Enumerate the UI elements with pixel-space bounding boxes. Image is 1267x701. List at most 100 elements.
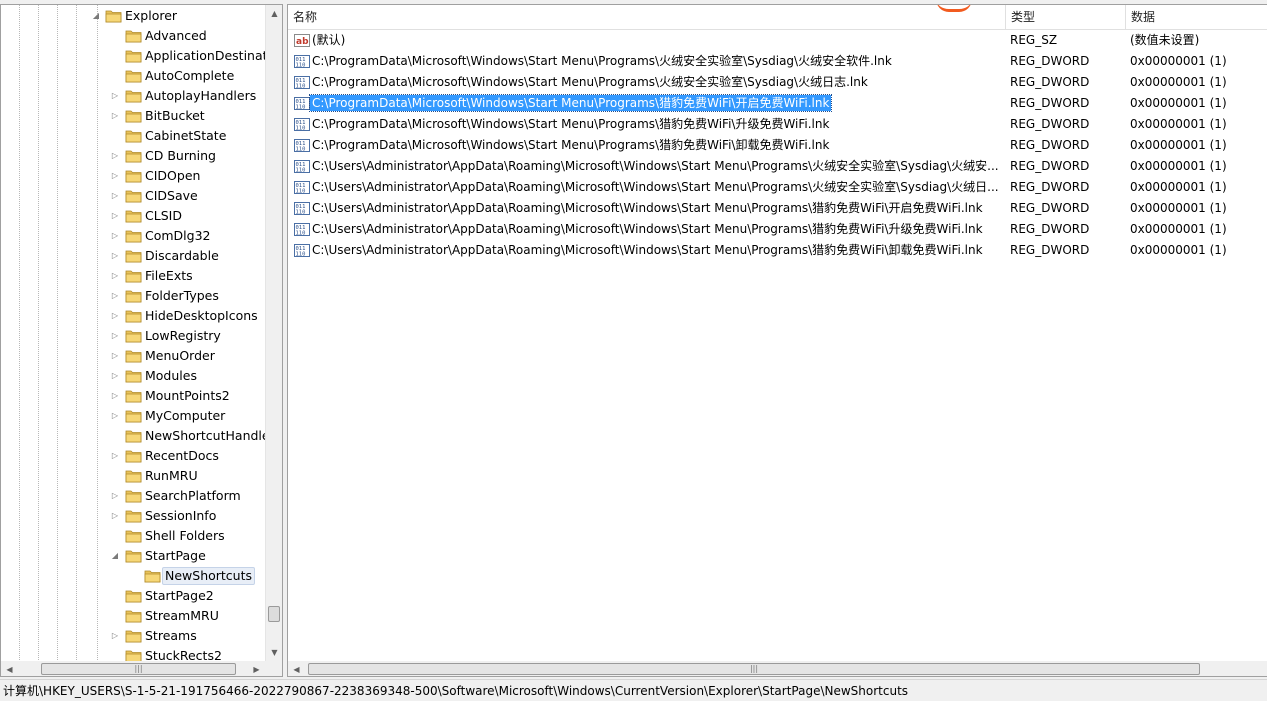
table-row[interactable]: 011 110 C:\ProgramData\Microsoft\Windows\S… xyxy=(288,135,1267,156)
tree-item[interactable]: StreamMRU xyxy=(1,606,265,626)
table-row[interactable]: 011 110 C:\ProgramData\Microsoft\Windows\S… xyxy=(288,72,1267,93)
expand-triangle-icon[interactable]: ▷ xyxy=(110,371,120,381)
column-header-data[interactable]: 数据 xyxy=(1126,5,1267,29)
tree-item[interactable]: NewShortcutHandler xyxy=(1,426,265,446)
tree-item-label: ComDlg32 xyxy=(145,228,211,243)
tree-vertical-scroll-thumb[interactable] xyxy=(268,606,280,622)
column-header-name[interactable]: 名称 xyxy=(288,5,1006,29)
expand-triangle-icon[interactable]: ▷ xyxy=(110,151,120,161)
tree-item[interactable]: ▷ LowRegistry xyxy=(1,326,265,346)
tree-item[interactable]: Shell Folders xyxy=(1,526,265,546)
expand-triangle-icon[interactable]: ▷ xyxy=(110,391,120,401)
tree-item[interactable]: ▷ CIDSave xyxy=(1,186,265,206)
tree-item[interactable]: ▷ FileExts xyxy=(1,266,265,286)
tree-item[interactable]: CabinetState xyxy=(1,126,265,146)
tree-item[interactable]: ▷ Discardable xyxy=(1,246,265,266)
tree-item[interactable]: ▷ BitBucket xyxy=(1,106,265,126)
tree-item[interactable]: ▷ FolderTypes xyxy=(1,286,265,306)
expand-triangle-icon[interactable]: ▷ xyxy=(110,211,120,221)
tree-item[interactable]: ▷ MountPoints2 xyxy=(1,386,265,406)
tree-item-label: Streams xyxy=(145,628,197,643)
key-tree[interactable]: ◢ Explorer Advanced ApplicationDestinatic Au… xyxy=(1,6,265,661)
binary-value-icon: 011 110 xyxy=(294,201,310,216)
scroll-right-arrow-icon[interactable]: ▶ xyxy=(248,661,265,676)
tree-item[interactable]: ApplicationDestinatic xyxy=(1,46,265,66)
folder-icon xyxy=(125,509,142,523)
expand-triangle-icon[interactable]: ▷ xyxy=(110,511,120,521)
expand-triangle-icon[interactable]: ▷ xyxy=(110,491,120,501)
scroll-up-arrow-icon[interactable]: ▲ xyxy=(266,5,282,22)
tree-item-label: CabinetState xyxy=(145,128,227,143)
tree-item[interactable]: Advanced xyxy=(1,26,265,46)
tree-horizontal-scrollbar[interactable]: ◀ ||| ▶ xyxy=(1,661,265,676)
table-row[interactable]: 011 110 C:\ProgramData\Microsoft\Windows\S… xyxy=(288,93,1267,114)
tree-item[interactable]: ▷ CIDOpen xyxy=(1,166,265,186)
table-row[interactable]: 011 110 C:\Users\Administrator\AppData\Roa… xyxy=(288,198,1267,219)
tree-item[interactable]: ▷ CLSID xyxy=(1,206,265,226)
tree-item[interactable]: ◢ Explorer xyxy=(1,6,265,26)
scroll-left-arrow-icon[interactable]: ◀ xyxy=(288,661,305,676)
expand-triangle-icon[interactable]: ▷ xyxy=(110,251,120,261)
value-type-cell: REG_DWORD xyxy=(1010,96,1090,110)
expand-triangle-icon[interactable]: ▷ xyxy=(110,271,120,281)
tree-item-label: Discardable xyxy=(145,248,219,263)
tree-vertical-scrollbar[interactable]: ▲ ▼ xyxy=(265,5,282,661)
tree-item[interactable]: ▷ SearchPlatform xyxy=(1,486,265,506)
expand-triangle-icon[interactable]: ▷ xyxy=(110,171,120,181)
table-row[interactable]: 011 110 C:\ProgramData\Microsoft\Windows\S… xyxy=(288,51,1267,72)
tree-item-label: NewShortcuts xyxy=(162,567,256,585)
key-tree-pane[interactable]: ◢ Explorer Advanced ApplicationDestinatic Au… xyxy=(0,4,283,677)
expand-triangle-icon[interactable]: ▷ xyxy=(110,191,120,201)
tree-item[interactable]: ▷ MyComputer xyxy=(1,406,265,426)
tree-item[interactable]: StartPage2 xyxy=(1,586,265,606)
tree-horizontal-scroll-thumb[interactable]: ||| xyxy=(41,663,236,675)
table-row[interactable]: 011 110 C:\Users\Administrator\AppData\Roa… xyxy=(288,156,1267,177)
tree-item-label: RunMRU xyxy=(145,468,198,483)
tree-item[interactable]: NewShortcuts xyxy=(1,566,265,586)
tree-item[interactable]: ▷ RecentDocs xyxy=(1,446,265,466)
expand-triangle-icon[interactable]: ▷ xyxy=(110,231,120,241)
expand-triangle-icon[interactable]: ▷ xyxy=(110,111,120,121)
value-type-cell: REG_SZ xyxy=(1010,33,1058,47)
tree-item[interactable]: StuckRects2 xyxy=(1,646,265,661)
table-row[interactable]: 011 110 C:\Users\Administrator\AppData\Roa… xyxy=(288,240,1267,261)
expand-triangle-icon[interactable]: ▷ xyxy=(110,91,120,101)
collapse-triangle-icon[interactable]: ◢ xyxy=(110,551,120,561)
expand-triangle-icon[interactable]: ▷ xyxy=(110,311,120,321)
tree-item[interactable]: ▷ SessionInfo xyxy=(1,506,265,526)
tree-item[interactable]: ▷ ComDlg32 xyxy=(1,226,265,246)
scroll-left-arrow-icon[interactable]: ◀ xyxy=(1,661,18,676)
table-row[interactable]: 011 110 C:\ProgramData\Microsoft\Windows\S… xyxy=(288,114,1267,135)
scroll-down-arrow-icon[interactable]: ▼ xyxy=(266,644,282,661)
tree-item[interactable]: ▷ AutoplayHandlers xyxy=(1,86,265,106)
folder-icon xyxy=(125,589,142,603)
tree-item[interactable]: ▷ CD Burning xyxy=(1,146,265,166)
tree-item[interactable]: RunMRU xyxy=(1,466,265,486)
tree-item-label: LowRegistry xyxy=(145,328,221,343)
tree-item[interactable]: AutoComplete xyxy=(1,66,265,86)
values-list-pane[interactable]: 名称 类型 数据 ab (默认) REG_SZ (数值未设置) 011 110 C:\Pro… xyxy=(287,4,1267,677)
list-horizontal-scrollbar[interactable]: ◀ ||| xyxy=(288,661,1267,676)
folder-icon xyxy=(125,149,142,163)
expand-triangle-icon[interactable]: ▷ xyxy=(110,451,120,461)
tree-item[interactable]: ▷ Streams xyxy=(1,626,265,646)
svg-text:110: 110 xyxy=(296,126,306,132)
table-row[interactable]: 011 110 C:\Users\Administrator\AppData\Roa… xyxy=(288,177,1267,198)
tree-item[interactable]: ▷ MenuOrder xyxy=(1,346,265,366)
tree-item[interactable]: ▷ Modules xyxy=(1,366,265,386)
column-header-type[interactable]: 类型 xyxy=(1006,5,1126,29)
svg-text:110: 110 xyxy=(296,147,306,153)
table-row[interactable]: ab (默认) REG_SZ (数值未设置) xyxy=(288,30,1267,51)
expand-triangle-icon[interactable]: ▷ xyxy=(110,331,120,341)
tree-item[interactable]: ▷ HideDesktopIcons xyxy=(1,306,265,326)
expand-triangle-icon[interactable]: ▷ xyxy=(110,351,120,361)
value-type-cell: REG_DWORD xyxy=(1010,159,1090,173)
value-data-cell: 0x00000001 (1) xyxy=(1130,243,1227,257)
expand-triangle-icon[interactable]: ▷ xyxy=(110,631,120,641)
expand-triangle-icon[interactable]: ▷ xyxy=(110,411,120,421)
collapse-triangle-icon[interactable]: ◢ xyxy=(91,11,101,21)
list-horizontal-scroll-thumb[interactable]: ||| xyxy=(308,663,1200,675)
tree-item[interactable]: ◢ StartPage xyxy=(1,546,265,566)
expand-triangle-icon[interactable]: ▷ xyxy=(110,291,120,301)
table-row[interactable]: 011 110 C:\Users\Administrator\AppData\Roa… xyxy=(288,219,1267,240)
